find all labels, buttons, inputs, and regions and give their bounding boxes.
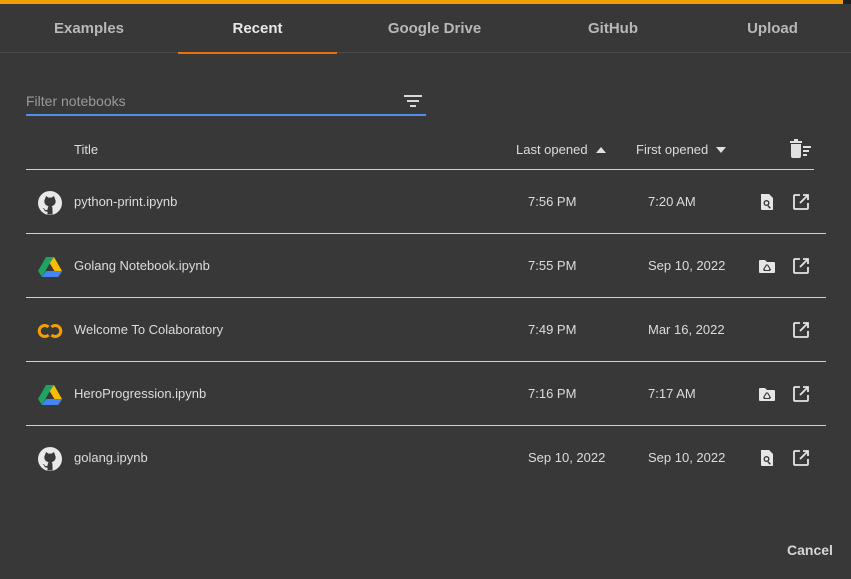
github-icon <box>38 447 62 471</box>
first-opened-value: Sep 10, 2022 <box>648 450 726 465</box>
first-opened-value: Mar 16, 2022 <box>648 322 725 337</box>
google-drive-icon <box>38 385 62 405</box>
column-last-opened-label: Last opened <box>516 142 588 157</box>
notebook-title[interactable]: python-print.ipynb <box>74 194 177 209</box>
table-row[interactable]: python-print.ipynb 7:56 PM 7:20 AM <box>26 170 826 234</box>
colab-icon <box>37 324 63 338</box>
last-opened-value: 7:49 PM <box>528 322 577 337</box>
open-in-new-tab-icon[interactable] <box>792 193 810 211</box>
preview-icon[interactable] <box>758 449 776 467</box>
open-in-new-tab-icon[interactable] <box>792 449 810 467</box>
filter-field <box>26 86 426 116</box>
open-in-new-tab-icon[interactable] <box>792 257 810 275</box>
column-first-opened-header[interactable]: First opened <box>636 130 727 169</box>
clear-recent-trash-icon[interactable] <box>788 139 812 161</box>
column-first-opened-label: First opened <box>636 142 709 157</box>
table-row[interactable]: Golang Notebook.ipynb 7:55 PM Sep 10, 20… <box>26 234 826 298</box>
tab-github[interactable]: GitHub <box>532 4 694 53</box>
open-in-new-tab-icon[interactable] <box>792 385 810 403</box>
sort-ascending-icon <box>595 146 606 153</box>
github-icon <box>38 191 62 215</box>
open-in-new-tab-icon[interactable] <box>792 321 810 339</box>
last-opened-value: 7:16 PM <box>528 386 577 401</box>
drive-folder-icon[interactable] <box>758 257 776 275</box>
column-last-opened-header[interactable]: Last opened <box>516 130 606 169</box>
notebook-title[interactable]: HeroProgression.ipynb <box>74 386 206 401</box>
last-opened-value: Sep 10, 2022 <box>528 450 606 465</box>
first-opened-value: 7:20 AM <box>648 194 696 209</box>
last-opened-value: 7:56 PM <box>528 194 577 209</box>
table-row[interactable]: Welcome To Colaboratory 7:49 PM Mar 16, … <box>26 298 826 362</box>
open-notebook-dialog: Examples Recent Google Drive GitHub Uplo… <box>0 0 851 579</box>
table-row[interactable]: HeroProgression.ipynb 7:16 PM 7:17 AM <box>26 362 826 426</box>
table-header: Title Last opened First opened <box>26 130 814 170</box>
tab-examples[interactable]: Examples <box>0 4 178 53</box>
sort-descending-icon <box>716 146 727 153</box>
column-title-header: Title <box>74 130 98 169</box>
tab-google-drive[interactable]: Google Drive <box>337 4 532 53</box>
filter-notebooks-input[interactable] <box>26 90 396 112</box>
tab-bar: Examples Recent Google Drive GitHub Uplo… <box>0 4 851 54</box>
tab-recent[interactable]: Recent <box>178 4 337 54</box>
notebook-title[interactable]: Golang Notebook.ipynb <box>74 258 210 273</box>
filter-list-icon[interactable] <box>403 93 423 109</box>
last-opened-value: 7:55 PM <box>528 258 577 273</box>
notebook-title[interactable]: Welcome To Colaboratory <box>74 322 223 337</box>
first-opened-value: 7:17 AM <box>648 386 696 401</box>
notebook-title[interactable]: golang.ipynb <box>74 450 148 465</box>
cancel-button[interactable]: Cancel <box>778 537 842 563</box>
column-title-label: Title <box>74 142 99 157</box>
google-drive-icon <box>38 257 62 277</box>
first-opened-value: Sep 10, 2022 <box>648 258 726 273</box>
tab-upload[interactable]: Upload <box>694 4 851 53</box>
table-row[interactable]: golang.ipynb Sep 10, 2022 Sep 10, 2022 <box>26 426 826 490</box>
drive-folder-icon[interactable] <box>758 385 776 403</box>
preview-icon[interactable] <box>758 193 776 211</box>
